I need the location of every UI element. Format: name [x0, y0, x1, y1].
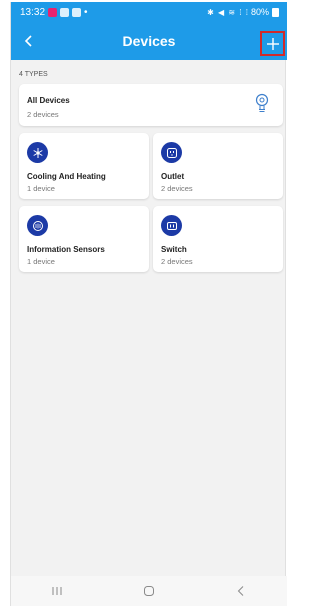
types-count-label: 4 TYPES — [19, 71, 48, 78]
device-type-card-information-sensors[interactable]: Information Sensors 1 device — [19, 206, 149, 272]
notification-image-icon — [72, 7, 82, 17]
app-bar: Devices — [11, 22, 287, 60]
phone-frame: 13:32 • ✱ ◀ ≋ ⁞ ⁞ 80% Devices 4 TYPES Al… — [0, 0, 288, 610]
lightbulb-icon — [255, 93, 269, 112]
status-more-dot: • — [84, 6, 88, 18]
outlet-icon — [161, 142, 182, 163]
system-back-button[interactable] — [221, 579, 261, 603]
page-title: Devices — [122, 33, 176, 49]
device-type-name: Outlet — [161, 172, 185, 181]
back-icon — [237, 586, 244, 596]
home-icon — [144, 586, 154, 596]
device-type-name: Switch — [161, 245, 187, 254]
device-type-name: Cooling And Heating — [27, 172, 106, 181]
add-device-button[interactable] — [260, 31, 285, 56]
snowflake-sun-icon — [27, 142, 48, 163]
plus-icon — [266, 37, 279, 50]
back-button[interactable] — [17, 29, 41, 53]
device-type-count: 1 device — [27, 184, 55, 193]
all-devices-count: 2 devices — [27, 110, 59, 119]
status-left: 13:32 • — [20, 7, 88, 18]
device-type-count: 2 devices — [161, 184, 193, 193]
battery-percent: 80% — [250, 7, 269, 17]
app-screen: 13:32 • ✱ ◀ ≋ ⁞ ⁞ 80% Devices 4 TYPES Al… — [10, 2, 287, 606]
device-type-card-outlet[interactable]: Outlet 2 devices — [153, 133, 283, 199]
device-type-name: Information Sensors — [27, 245, 105, 254]
status-bar: 13:32 • ✱ ◀ ≋ ⁞ ⁞ 80% — [11, 2, 287, 22]
device-type-count: 1 device — [27, 257, 55, 266]
battery-icon — [272, 7, 279, 17]
chevron-left-icon — [24, 35, 32, 47]
sensor-icon — [27, 215, 48, 236]
notification-app-icon — [48, 7, 58, 17]
system-navigation-bar — [11, 576, 287, 606]
home-button[interactable] — [129, 579, 169, 603]
switch-icon — [161, 215, 182, 236]
status-time: 13:32 — [20, 6, 46, 18]
recents-button[interactable] — [37, 579, 77, 603]
all-devices-card[interactable]: All Devices 2 devices — [19, 84, 283, 126]
notification-message-icon — [60, 7, 70, 17]
recents-icon — [52, 587, 62, 595]
device-type-card-switch[interactable]: Switch 2 devices — [153, 206, 283, 272]
device-type-card-cooling-heating[interactable]: Cooling And Heating 1 device — [19, 133, 149, 199]
status-right: ✱ ◀ ≋ ⁞ ⁞ 80% — [207, 7, 279, 17]
system-status-icons: ✱ ◀ ≋ ⁞ ⁞ — [207, 7, 249, 17]
all-devices-name: All Devices — [27, 96, 70, 105]
device-type-count: 2 devices — [161, 257, 193, 266]
